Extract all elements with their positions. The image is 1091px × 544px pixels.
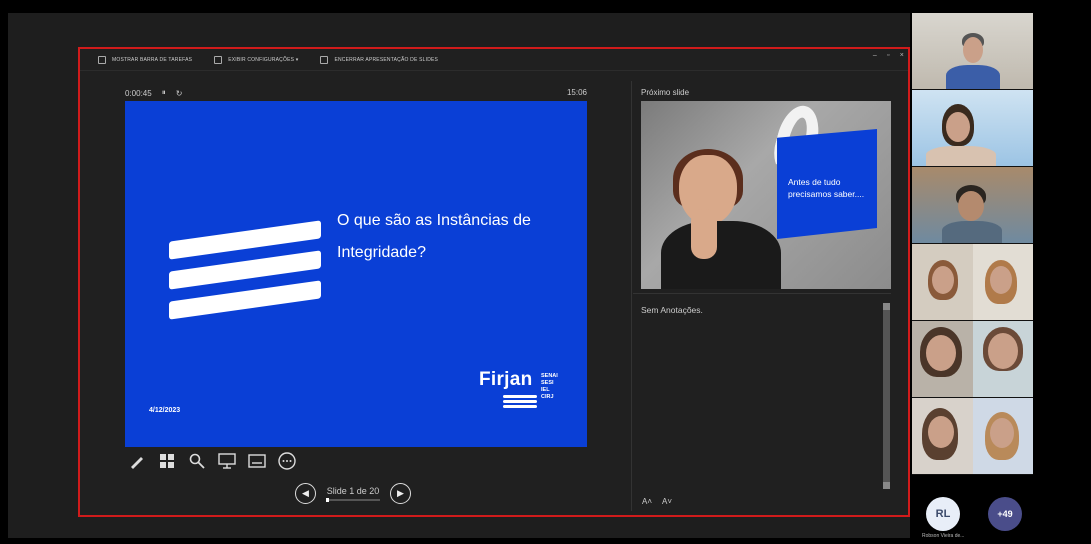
notes-pane[interactable]: Sem Anotações. [633,293,891,493]
slide-date: 4/12/2023 [149,407,181,414]
decrease-font-button[interactable]: A˅ [662,497,672,506]
end-show-icon [320,55,329,64]
slide-title: O que são as Instâncias de Integridade? [337,212,531,261]
participant-avatar-rl[interactable]: RL [926,497,960,531]
pane-divider[interactable] [631,81,632,511]
slide-progress-bar [326,498,380,502]
display-settings-button[interactable]: EXIBIR CONFIGURAÇÕES ▾ [214,55,299,64]
increase-font-button[interactable]: A˄ [642,497,652,506]
next-slide-label: Próximo slide [641,88,690,97]
participant-avatars: RL +49 [926,497,1022,531]
person-hand [691,209,717,259]
clock-time: 15:06 [566,88,587,97]
participant-video[interactable] [912,90,1033,167]
next-slide-preview[interactable]: Antes de tudo precisamos saber.... [641,101,891,289]
slide-counter-label: Slide 1 de 20 [326,486,380,496]
participant-avatar-name: Robson Vieira de... [922,533,965,539]
next-slide-button[interactable]: ▶ [390,483,411,504]
logo-wordmark: Firjan [479,369,533,390]
close-button[interactable]: × [900,52,904,59]
participant-gallery [912,13,1033,475]
participant-video[interactable] [912,167,1033,244]
timer-row: 0:00:45 ⏸ ↻ 15:06 [125,88,587,98]
more-participants-button[interactable]: +49 [988,497,1022,531]
current-slide[interactable]: O que são as Instâncias de Integridade? … [125,101,587,447]
participant-video[interactable] [912,13,1033,90]
reset-timer-icon[interactable]: ↻ [176,89,183,98]
pen-icon[interactable] [127,451,147,471]
slide-counter[interactable]: Slide 1 de 20 [326,486,380,502]
restore-button[interactable]: ▫ [887,52,890,59]
taskbar-icon [98,55,106,64]
logo-sub-senai: SENAI [541,373,558,379]
zoom-icon[interactable] [187,451,207,471]
notes-scrollbar[interactable] [883,303,890,489]
slide-tools [127,451,297,471]
more-icon[interactable] [277,451,297,471]
participant-video[interactable] [912,321,1033,398]
presenter-view: MOSTRAR BARRA DE TAREFAS EXIBIR CONFIGUR… [78,47,910,517]
logo-waves [503,395,537,410]
slide-navigation: ◀ Slide 1 de 20 ▶ [295,483,411,504]
participant-video[interactable] [912,244,1033,321]
subtitle-icon[interactable] [247,451,267,471]
end-slideshow-button[interactable]: ENCERRAR APRESENTAÇÃO DE SLIDES [320,55,439,64]
window-controls: – ▫ × [873,52,904,59]
firjan-logo: Firjan SENAI SESI IEL CIRJ [479,369,558,408]
minimize-button[interactable]: – [873,52,877,59]
logo-sub-cirj: CIRJ [541,394,554,400]
grid-icon[interactable] [157,451,177,471]
notes-text: Sem Anotações. [641,305,703,315]
person-body [661,221,781,289]
elapsed-time: 0:00:45 [125,88,152,98]
next-slide-text: Antes de tudo precisamos saber.... [788,177,865,199]
meeting-window: MOSTRAR BARRA DE TAREFAS EXIBIR CONFIGUR… [0,0,1091,544]
participant-video[interactable] [912,398,1033,475]
show-taskbar-label: MOSTRAR BARRA DE TAREFAS [112,56,193,63]
end-slideshow-label: ENCERRAR APRESENTAÇÃO DE SLIDES [334,56,439,63]
font-size-controls: A˄ A˅ [642,497,672,506]
logo-subbrands: SENAI SESI IEL CIRJ [541,373,558,401]
pause-icon[interactable]: ⏸ [162,88,166,98]
show-taskbar-button[interactable]: MOSTRAR BARRA DE TAREFAS [98,55,193,64]
logo-sub-iel: IEL [541,387,550,393]
logo-sub-sesi: SESI [541,380,554,386]
presenter-toolbar: MOSTRAR BARRA DE TAREFAS EXIBIR CONFIGUR… [80,49,908,71]
settings-icon [214,55,223,64]
display-settings-label: EXIBIR CONFIGURAÇÕES ▾ [228,56,299,63]
pointer-icon[interactable] [217,451,237,471]
previous-slide-button[interactable]: ◀ [295,483,316,504]
